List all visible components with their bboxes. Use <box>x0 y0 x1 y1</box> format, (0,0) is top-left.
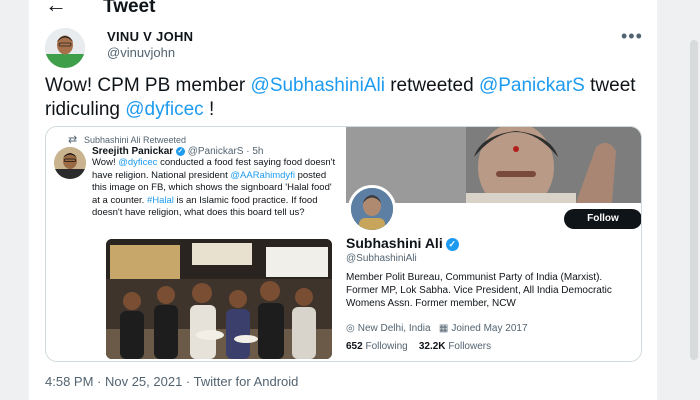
attached-image[interactable]: ⇄ Subhashini Ali Retweeted Sreejith Pani… <box>45 126 642 362</box>
more-options-icon[interactable]: ••• <box>621 26 643 47</box>
author-name[interactable]: VINU V JOHN <box>107 29 193 44</box>
profile-name: Subhashini Ali ✓ <box>346 235 459 251</box>
left-gutter <box>0 0 28 400</box>
tweet-text: Wow! CPM PB member @SubhashiniAli retwee… <box>45 74 645 122</box>
calendar-icon: ▦ <box>438 323 449 334</box>
author-avatar[interactable] <box>45 28 85 68</box>
retweet-screenshot: ⇄ Subhashini Ali Retweeted Sreejith Pani… <box>46 127 346 361</box>
retweet-icon: ⇄ <box>68 134 78 146</box>
retweeted-tweet-text: Wow! @dyficec conducted a food fest sayi… <box>92 157 338 220</box>
retweeted-author-avatar <box>54 147 86 179</box>
tweet-text-segment: Wow! CPM PB member <box>45 75 251 96</box>
profile-stats: 652 Following 32.2K Followers <box>346 341 491 352</box>
tweet-text-segment: ! <box>203 99 215 120</box>
mention-link[interactable]: @dyficec <box>125 99 203 120</box>
tweet-panel: ← Tweet VINU V JOHN @vinuvjohn ••• Wow! … <box>28 0 658 400</box>
followers-count: 32.2K <box>418 341 446 352</box>
text-segment: Wow! <box>92 157 119 168</box>
tweet-header: ← Tweet <box>29 0 659 18</box>
hashtag-text: #Halal <box>146 194 174 206</box>
follow-button: Follow <box>564 209 641 229</box>
profile-meta: ◎ New Delhi, India ▦ Joined May 2017 <box>346 323 528 334</box>
profile-joined: Joined May 2017 <box>451 323 528 334</box>
profile-avatar <box>348 185 396 233</box>
profile-card-screenshot: Follow Subhashini Ali ✓ @SubhashiniAli Me… <box>346 127 641 361</box>
mention-link[interactable]: @PanickarS <box>479 75 585 96</box>
author-handle[interactable]: @vinuvjohn <box>107 45 175 60</box>
tweet-timestamp[interactable]: 4:58 PM · Nov 25, 2021 · Twitter for And… <box>45 374 298 389</box>
mention-text: @dyficec <box>118 157 158 168</box>
right-gutter <box>658 0 700 400</box>
followers-label: Followers <box>448 341 492 352</box>
profile-banner <box>346 127 641 203</box>
tweet-text-segment: retweeted <box>384 75 479 96</box>
group-photo <box>106 239 332 359</box>
verified-badge-icon: ✓ <box>175 146 185 156</box>
mention-text: @AARahimdyfi <box>230 169 295 181</box>
scrollbar[interactable] <box>690 40 698 360</box>
profile-display-name: Subhashini Ali <box>346 235 443 251</box>
back-arrow-icon[interactable]: ← <box>45 0 67 16</box>
mention-link[interactable]: @SubhashiniAli <box>251 75 385 96</box>
verified-badge-icon: ✓ <box>445 238 459 251</box>
retweeted-author-name: Sreejith Panickar ✓ @PanickarS · 5h <box>92 146 263 157</box>
profile-handle: @SubhashiniAli <box>346 253 417 264</box>
retweeted-author-handle: @PanickarS · 5h <box>187 146 264 157</box>
following-label: Following <box>365 341 408 352</box>
profile-location: New Delhi, India <box>357 323 431 334</box>
location-icon: ◎ <box>346 323 355 334</box>
following-count: 652 <box>346 341 363 352</box>
page-title: Tweet <box>103 0 156 17</box>
profile-bio: Member Polit Bureau, Communist Party of … <box>346 272 612 309</box>
retweeted-by-label: Subhashini Ali Retweeted <box>84 135 187 145</box>
retweeted-author-display-name: Sreejith Panickar <box>92 146 174 157</box>
